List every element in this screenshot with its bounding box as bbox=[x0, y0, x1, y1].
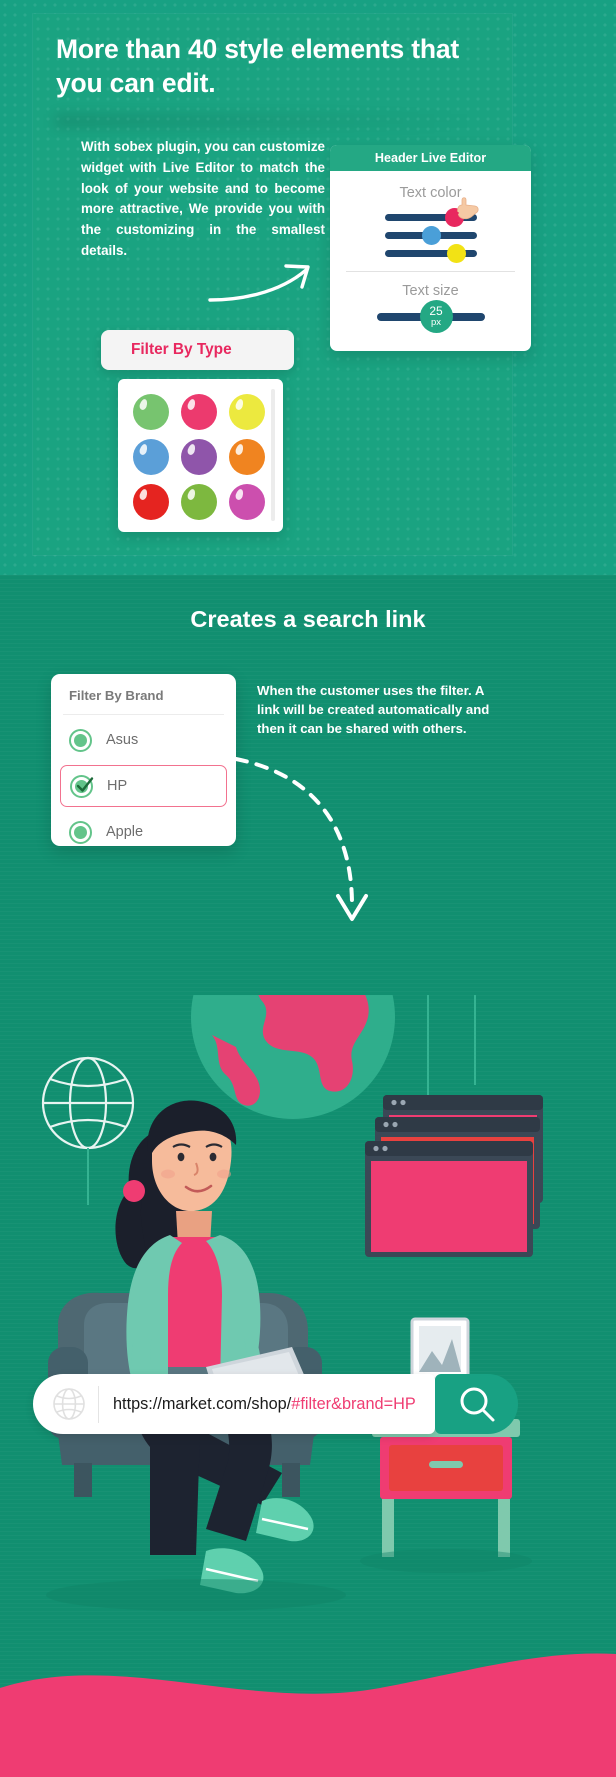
swatch-blue[interactable] bbox=[133, 439, 169, 475]
editor-divider bbox=[346, 271, 515, 272]
swatch-cell[interactable] bbox=[177, 436, 221, 480]
globe-graphic bbox=[191, 995, 395, 1119]
style-elements-section: More than 40 style elements that you can… bbox=[0, 0, 616, 575]
intro-paragraph: With sobex plugin, you can customize wid… bbox=[81, 139, 325, 258]
check-icon bbox=[76, 776, 94, 792]
wireframe-globe-icon bbox=[41, 1056, 135, 1150]
color-slider-yellow[interactable] bbox=[384, 244, 477, 263]
url-fragment: #filter&brand=HP bbox=[291, 1394, 416, 1413]
swatch-purple[interactable] bbox=[181, 439, 217, 475]
slider-knob-yellow[interactable] bbox=[446, 244, 466, 263]
side-table-graphic bbox=[360, 1317, 532, 1573]
radio-icon[interactable] bbox=[69, 820, 92, 844]
size-value: 25 bbox=[429, 304, 443, 319]
filter-by-brand-card: Filter By Brand Asus HP Apple bbox=[51, 674, 236, 846]
section-two-title: Creates a search link bbox=[190, 606, 426, 632]
color-ring-indicator bbox=[447, 211, 461, 224]
radio-inner-dot bbox=[74, 825, 87, 839]
swatch-cell[interactable] bbox=[225, 391, 269, 435]
brand-option-hp[interactable]: HP bbox=[60, 765, 227, 807]
color-slider-blue[interactable] bbox=[384, 226, 477, 245]
swatch-yellow[interactable] bbox=[229, 394, 265, 430]
radio-icon[interactable] bbox=[69, 728, 92, 752]
brand-option-label: Asus bbox=[106, 732, 139, 748]
brand-card-divider bbox=[63, 714, 224, 715]
swatch-pink[interactable] bbox=[181, 394, 217, 430]
brand-option-asus[interactable]: Asus bbox=[60, 719, 227, 761]
slider-knob-blue[interactable] bbox=[421, 226, 441, 245]
filter-by-brand-title: Filter By Brand bbox=[69, 688, 164, 703]
swatch-cell[interactable] bbox=[225, 481, 269, 525]
pink-wave-decoration bbox=[0, 1653, 616, 1777]
swatch-cell[interactable] bbox=[177, 481, 221, 525]
radio-icon-checked[interactable] bbox=[70, 774, 94, 798]
brand-option-label: Apple bbox=[106, 824, 144, 840]
search-link-section: Creates a search link Filter By Brand As… bbox=[0, 575, 616, 1777]
color-slider-group bbox=[330, 197, 531, 263]
browser-windows-graphic bbox=[365, 1095, 543, 1257]
swatch-cell[interactable] bbox=[129, 391, 173, 435]
swatch-scrollbar[interactable] bbox=[271, 389, 275, 521]
text-size-label: Text size bbox=[402, 283, 459, 299]
color-slider-red[interactable] bbox=[384, 197, 479, 227]
search-icon bbox=[460, 1387, 494, 1422]
brand-option-apple[interactable]: Apple bbox=[60, 811, 227, 853]
swatch-magenta[interactable] bbox=[229, 484, 265, 520]
curved-arrow-icon bbox=[208, 264, 310, 302]
url-text: https://market.com/shop/#filter&brand=HP bbox=[113, 1395, 416, 1414]
field-divider bbox=[98, 1385, 99, 1423]
search-link-description: When the customer uses the filter. A lin… bbox=[257, 683, 490, 737]
url-input-field[interactable]: https://market.com/shop/#filter&brand=HP bbox=[33, 1374, 435, 1434]
radio-inner-dot bbox=[74, 733, 87, 747]
live-editor-title: Header Live Editor bbox=[330, 145, 531, 171]
search-button[interactable] bbox=[435, 1374, 518, 1434]
filter-by-type-label: Filter By Type bbox=[131, 341, 232, 358]
swatch-red[interactable] bbox=[133, 484, 169, 520]
heading-shadow-divider bbox=[55, 114, 475, 128]
brand-option-label: HP bbox=[107, 778, 128, 794]
header-live-editor-card: Header Live Editor Text color Text size … bbox=[330, 145, 531, 351]
swatch-green[interactable] bbox=[181, 484, 217, 520]
swatch-green-light[interactable] bbox=[133, 394, 169, 430]
size-value-badge[interactable]: 25 px bbox=[419, 300, 453, 333]
text-color-label: Text color bbox=[399, 185, 462, 201]
swatch-orange[interactable] bbox=[229, 439, 265, 475]
swatch-cell[interactable] bbox=[129, 436, 173, 480]
search-bar: https://market.com/shop/#filter&brand=HP bbox=[33, 1374, 518, 1434]
swatch-cell[interactable] bbox=[225, 436, 269, 480]
filter-by-type-button[interactable]: Filter By Type bbox=[101, 330, 294, 370]
swatch-cell[interactable] bbox=[177, 391, 221, 435]
style-elements-panel: More than 40 style elements that you can… bbox=[33, 14, 531, 555]
globe-icon bbox=[53, 1388, 85, 1420]
url-base: https://market.com/shop/ bbox=[113, 1394, 292, 1413]
size-unit: px bbox=[430, 317, 442, 329]
color-swatch-grid bbox=[129, 391, 269, 525]
dashed-arrow-icon bbox=[234, 757, 368, 921]
page-title: More than 40 style elements that you can… bbox=[56, 34, 460, 99]
swatch-cell[interactable] bbox=[129, 481, 173, 525]
color-swatch-card bbox=[118, 379, 283, 532]
text-size-slider[interactable]: 25 px bbox=[376, 300, 485, 333]
